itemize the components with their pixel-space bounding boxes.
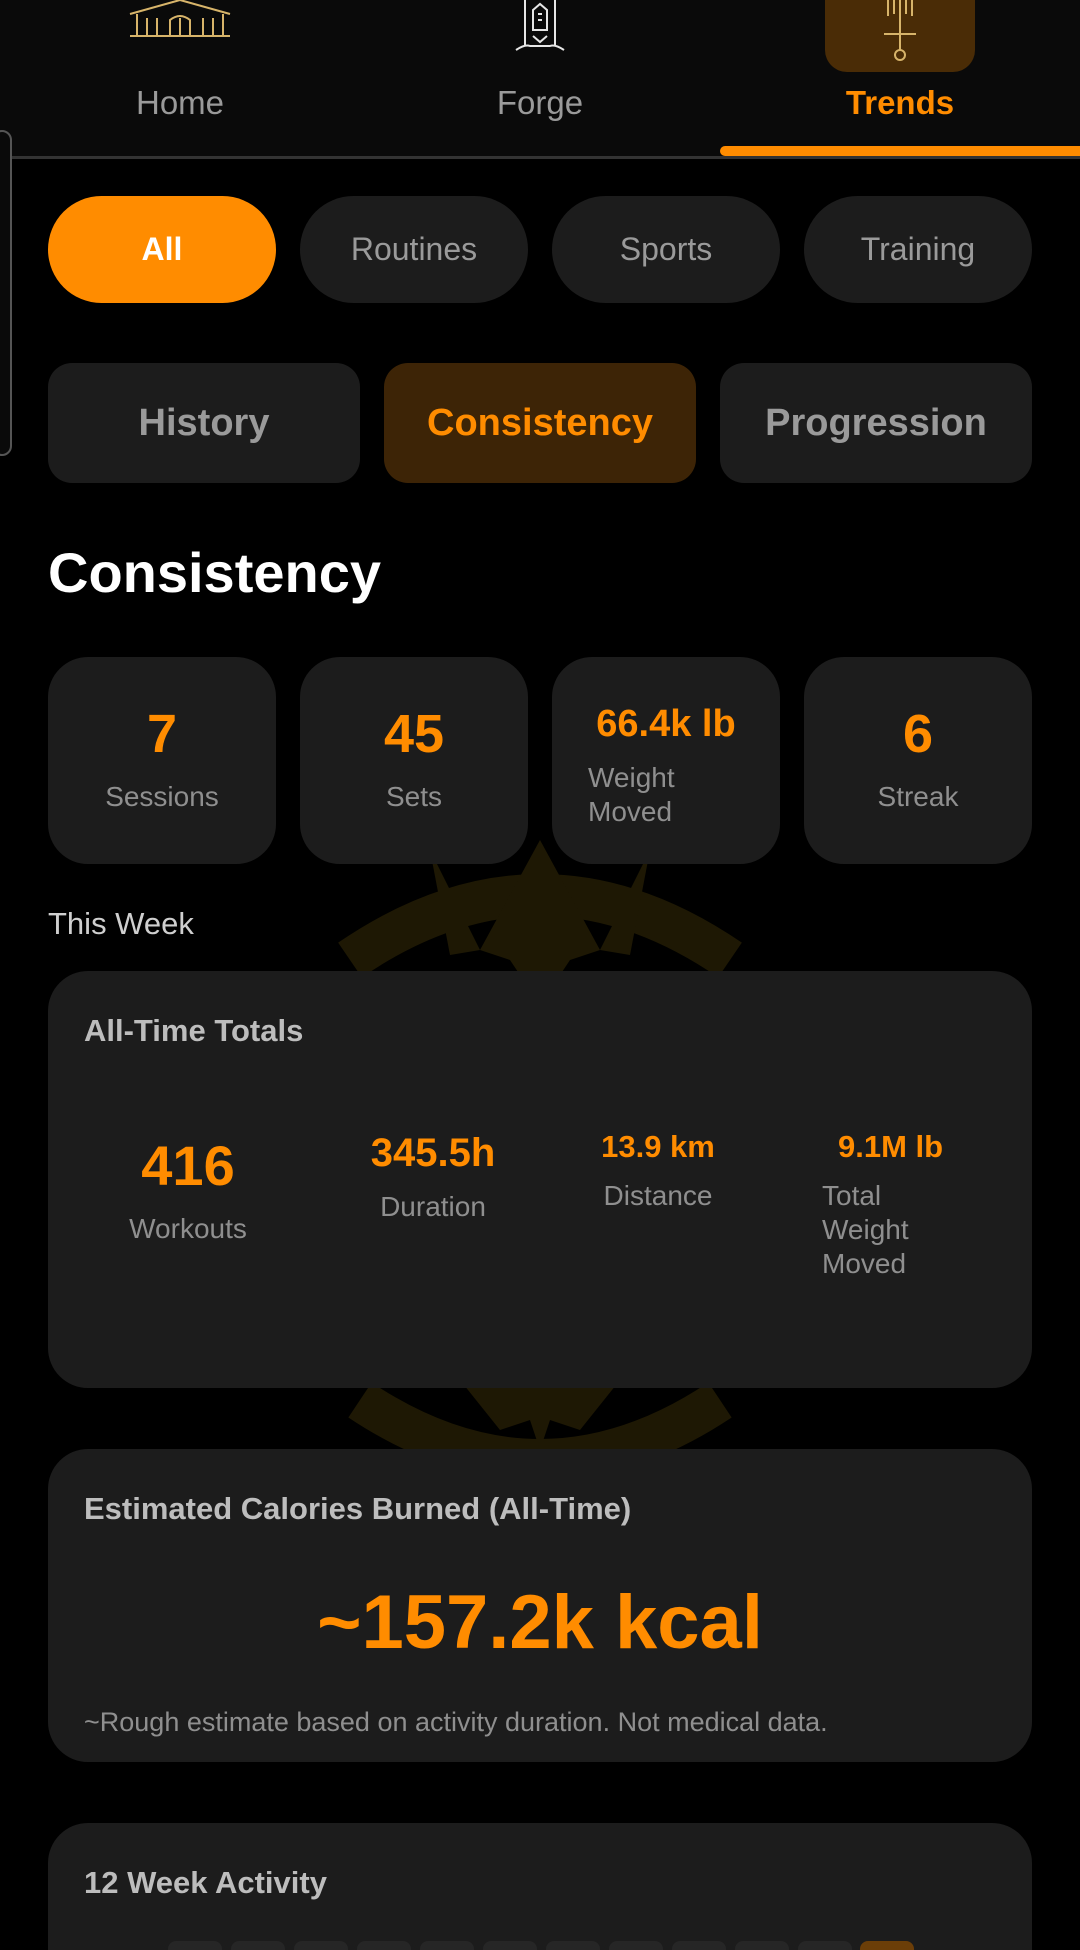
total-label: Duration <box>380 1191 486 1222</box>
stat-label: Streak <box>877 781 959 812</box>
filter-all[interactable]: All <box>48 196 276 303</box>
page-title: Consistency <box>48 541 381 604</box>
trends-screen: Home Forge Trends All Routines Sports Tr… <box>0 0 1080 1950</box>
card-title: 12 Week Activity <box>84 1865 327 1900</box>
segment-consistency[interactable]: Consistency <box>384 363 696 483</box>
nav-tab-trends[interactable]: Trends <box>720 0 1080 156</box>
activity-cell <box>860 1941 914 1950</box>
calories-card: Estimated Calories Burned (All-Time) ~15… <box>48 1449 1032 1762</box>
stat-label: Sessions <box>105 781 219 812</box>
card-title: All-Time Totals <box>84 1013 304 1048</box>
activity-cell <box>609 1941 663 1950</box>
active-tab-indicator <box>720 146 1080 156</box>
calories-disclaimer: ~Rough estimate based on activity durati… <box>84 1707 828 1737</box>
stat-card-sessions: 7 Sessions <box>48 657 276 864</box>
activity-cell <box>483 1941 537 1950</box>
stat-card-weight-moved: 66.4k lb Weight Moved <box>552 657 780 864</box>
all-time-totals-card: All-Time Totals 416 Workouts 345.5h Dura… <box>48 971 1032 1388</box>
total-value: 416 <box>141 1134 235 1197</box>
activity-cell <box>231 1941 285 1950</box>
calories-value: ~157.2k kcal <box>317 1580 763 1665</box>
week-label: This Week <box>48 906 194 941</box>
stat-card-streak: 6 Streak <box>804 657 1032 864</box>
nav-tab-forge[interactable]: Forge <box>360 0 720 156</box>
nav-tab-home[interactable]: Home <box>0 0 360 156</box>
card-title: Estimated Calories Burned (All-Time) <box>84 1491 632 1526</box>
segment-history[interactable]: History <box>48 363 360 483</box>
activity-card: 12 Week Activity <box>48 1823 1032 1950</box>
stat-value: 7 <box>146 704 178 764</box>
total-value: 9.1M lb <box>838 1129 944 1164</box>
stat-card-sets: 45 Sets <box>300 657 528 864</box>
activity-cell <box>546 1941 600 1950</box>
total-value: 345.5h <box>370 1131 496 1175</box>
nav-tab-label: Forge <box>496 84 584 121</box>
total-value: 13.9 km <box>601 1129 715 1164</box>
total-workouts: 416 Workouts <box>108 1133 268 1246</box>
stat-label: Weight Moved <box>588 762 675 827</box>
sword-icon <box>884 0 916 61</box>
nav-divider <box>0 156 1080 159</box>
nav-tab-label: Home <box>135 84 225 121</box>
total-label: Workouts <box>129 1213 247 1244</box>
filter-routines[interactable]: Routines <box>300 196 528 303</box>
activity-cell <box>420 1941 474 1950</box>
stat-label: Sets <box>385 781 443 812</box>
drawer-handle[interactable] <box>0 130 12 456</box>
activity-cell <box>672 1941 726 1950</box>
activity-cell <box>798 1941 852 1950</box>
top-nav: Home Forge Trends <box>0 0 1080 159</box>
activity-cell <box>168 1941 222 1950</box>
stat-value: 45 <box>383 704 445 764</box>
filter-sports[interactable]: Sports <box>552 196 780 303</box>
total-label: Total Weight Moved <box>822 1180 909 1279</box>
filter-training[interactable]: Training <box>804 196 1032 303</box>
stat-value: 6 <box>902 704 934 764</box>
stat-value: 66.4k lb <box>596 703 736 745</box>
activity-cell <box>357 1941 411 1950</box>
segment-progression[interactable]: Progression <box>720 363 1032 483</box>
tower-icon <box>515 0 565 51</box>
activity-cell <box>294 1941 348 1950</box>
total-label: Distance <box>603 1180 713 1211</box>
activity-cell <box>735 1941 789 1950</box>
nav-tab-label: Trends <box>845 84 955 121</box>
hall-icon <box>129 0 231 37</box>
total-duration: 345.5h Duration <box>338 1131 528 1224</box>
total-weight-moved: 9.1M lb Total Weight Moved <box>822 1129 972 1281</box>
total-distance: 13.9 km Distance <box>568 1129 748 1213</box>
